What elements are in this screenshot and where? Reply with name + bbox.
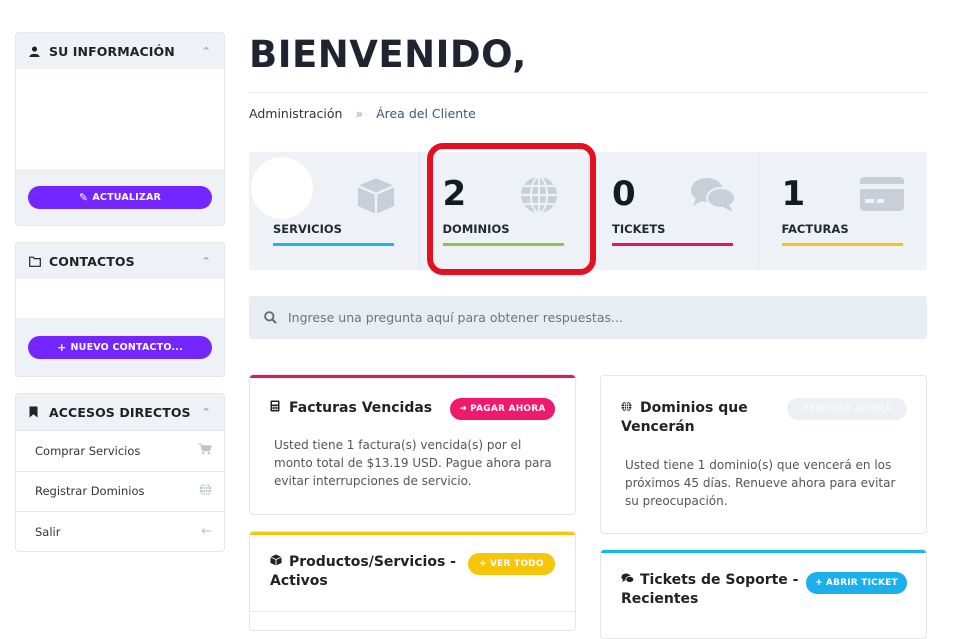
contacts-panel-header[interactable]: CONTACTOS ⌃ xyxy=(16,243,224,279)
contacts-panel: CONTACTOS ⌃ + NUEVO CONTACTO... xyxy=(15,242,225,377)
update-button-label: ACTUALIZAR xyxy=(92,191,162,203)
card-accent xyxy=(601,550,926,553)
info-panel-title: SU INFORMACIÓN xyxy=(49,43,175,59)
plus-icon: + xyxy=(57,340,67,354)
stat-services[interactable]: SERVICIOS xyxy=(249,152,419,270)
card-body: Usted tiene 1 dominio(s) que vencerá en … xyxy=(625,458,896,508)
stat-value: 1 xyxy=(781,174,806,214)
card-accent xyxy=(250,375,575,378)
arrow-right-icon: ➜ xyxy=(459,404,468,414)
info-panel: SU INFORMACIÓN ⌃ ✎ ACTUALIZAR xyxy=(15,32,225,226)
stat-underline xyxy=(273,243,394,246)
credit-card-icon xyxy=(859,176,905,216)
arrow-left-icon: ← xyxy=(201,524,212,540)
stat-invoices[interactable]: 1 FACTURAS xyxy=(758,152,928,270)
stat-label: SERVICIOS xyxy=(273,222,342,236)
search-icon xyxy=(264,311,277,324)
shortcut-logout[interactable]: Salir ← xyxy=(16,511,224,551)
globe-icon xyxy=(621,399,635,418)
card-title-text: Productos/Servicios - Activos xyxy=(270,554,456,589)
stat-underline xyxy=(781,243,903,246)
info-panel-footer: ✎ ACTUALIZAR xyxy=(16,169,224,225)
card-overdue-invoices: Facturas Vencidas ➜ PAGAR AHORA Usted ti… xyxy=(249,374,576,515)
card-title: Tickets de Soporte - Recientes xyxy=(621,571,801,609)
shortcuts-panel-header[interactable]: ACCESOS DIRECTOS ⌃ xyxy=(16,394,224,430)
open-ticket-label: ABRIR TICKET xyxy=(825,578,898,588)
globe-icon xyxy=(199,482,212,500)
card-title: Productos/Servicios - Activos xyxy=(270,553,460,591)
cart-icon xyxy=(198,443,212,459)
breadcrumb: Administración » Área del Cliente xyxy=(249,106,476,121)
shortcut-buy-services[interactable]: Comprar Servicios xyxy=(16,430,224,471)
chevron-up-icon[interactable]: ⌃ xyxy=(202,45,211,58)
view-all-label: VER TODO xyxy=(490,559,544,569)
renew-now-label: RENOVAR AHORA xyxy=(801,404,893,414)
contacts-panel-footer: + NUEVO CONTACTO... xyxy=(16,318,224,376)
new-contact-button[interactable]: + NUEVO CONTACTO... xyxy=(28,335,212,359)
pencil-icon: ✎ xyxy=(78,190,89,204)
card-title: Facturas Vencidas xyxy=(270,399,432,418)
breadcrumb-current: Área del Cliente xyxy=(376,106,476,121)
highlight-box xyxy=(427,143,596,275)
pay-now-label: PAGAR AHORA xyxy=(470,404,546,414)
search-bar[interactable]: Ingrese una pregunta aquí para obtener r… xyxy=(249,296,927,339)
folder-icon xyxy=(29,256,43,267)
card-title: Dominios que Vencerán xyxy=(621,399,781,437)
shortcuts-panel: ACCESOS DIRECTOS ⌃ Comprar Servicios Reg… xyxy=(15,393,225,552)
user-icon xyxy=(29,45,43,57)
stat-tickets[interactable]: 0 TICKETS xyxy=(588,152,758,270)
card-body: Usted tiene 1 factura(s) vencida(s) por … xyxy=(274,438,552,488)
renew-now-button[interactable]: RENOVAR AHORA xyxy=(787,398,907,420)
calculator-icon xyxy=(270,399,284,418)
cube-icon xyxy=(270,553,284,572)
view-all-button[interactable]: + VER TODO xyxy=(468,553,555,575)
stat-label: TICKETS xyxy=(612,222,666,236)
stat-label: FACTURAS xyxy=(781,222,849,236)
stat-value: 0 xyxy=(612,174,636,214)
card-active-products: Productos/Servicios - Activos + VER TODO xyxy=(249,531,576,631)
header-divider xyxy=(249,92,927,93)
shortcut-label: Comprar Servicios xyxy=(35,443,141,458)
card-title-text: Facturas Vencidas xyxy=(289,400,433,416)
bookmark-icon xyxy=(29,406,43,418)
card-support-tickets: Tickets de Soporte - Recientes + ABRIR T… xyxy=(600,549,927,639)
info-panel-header[interactable]: SU INFORMACIÓN ⌃ xyxy=(16,33,224,69)
shortcuts-panel-title: ACCESOS DIRECTOS xyxy=(49,404,191,420)
chevron-up-icon[interactable]: ⌃ xyxy=(202,255,211,268)
new-contact-button-label: NUEVO CONTACTO... xyxy=(70,341,183,353)
shortcut-label: Salir xyxy=(35,524,61,539)
update-button[interactable]: ✎ ACTUALIZAR xyxy=(28,185,212,209)
avatar xyxy=(251,157,313,219)
card-title-text: Tickets de Soporte - Recientes xyxy=(621,572,799,607)
box-icon xyxy=(355,176,397,220)
comments-icon xyxy=(690,176,736,218)
breadcrumb-separator: » xyxy=(355,106,364,121)
shortcut-label: Registrar Dominios xyxy=(35,484,145,499)
card-title-text: Dominios que Vencerán xyxy=(621,400,748,435)
contacts-panel-title: CONTACTOS xyxy=(49,253,135,269)
plus-icon: + xyxy=(815,578,823,588)
pay-now-button[interactable]: ➜ PAGAR AHORA xyxy=(450,398,555,420)
open-ticket-button[interactable]: + ABRIR TICKET xyxy=(806,572,907,594)
comments-icon xyxy=(621,571,635,590)
plus-icon: + xyxy=(479,559,488,569)
shortcut-register-domains[interactable]: Registrar Dominios xyxy=(16,470,224,512)
search-input[interactable]: Ingrese una pregunta aquí para obtener r… xyxy=(288,310,623,325)
breadcrumb-home[interactable]: Administración xyxy=(249,106,342,121)
chevron-up-icon[interactable]: ⌃ xyxy=(202,406,211,419)
page-title: BIENVENIDO, xyxy=(249,33,527,76)
stat-underline xyxy=(612,243,733,246)
card-expiring-domains: Dominios que Vencerán RENOVAR AHORA Uste… xyxy=(600,375,927,534)
card-accent xyxy=(250,532,575,535)
card-divider xyxy=(250,611,575,612)
